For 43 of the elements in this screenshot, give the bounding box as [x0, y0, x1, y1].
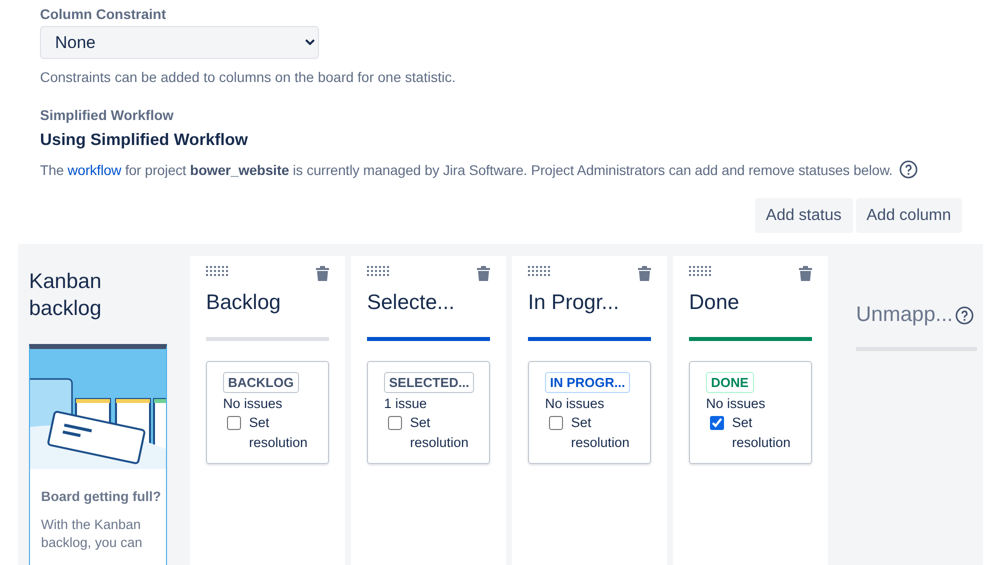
- card-text: With the Kanban backlog, you can: [41, 516, 144, 552]
- column-title: Unmapp...: [856, 302, 953, 328]
- status-lozenge: SELECTED...: [384, 372, 474, 393]
- resolution-checkbox[interactable]: [388, 416, 402, 430]
- section-label: Simplified Workflow: [40, 107, 175, 123]
- checkbox-label: Set resolution: [732, 414, 792, 452]
- help-icon[interactable]: [898, 160, 918, 179]
- section-heading: Using Simplified Workflow: [40, 131, 249, 150]
- drag-handle-icon[interactable]: [367, 266, 389, 276]
- checkbox-label: Set resolution: [410, 414, 470, 452]
- field-label: Column Constraint: [40, 6, 167, 22]
- resolution-checkbox[interactable]: [227, 416, 241, 430]
- column-title: Selecte...: [367, 290, 456, 316]
- trash-icon[interactable]: [638, 266, 651, 281]
- checkbox-label: Set resolution: [571, 414, 631, 452]
- trash-icon[interactable]: [316, 266, 329, 281]
- add-status-button[interactable]: Add status: [754, 198, 852, 233]
- column-title: In Progr...: [528, 290, 620, 316]
- resolution-checkbox[interactable]: [549, 416, 563, 430]
- column-title: Backlog: [206, 290, 282, 316]
- column-title: Done: [689, 290, 740, 316]
- column-title: Kanban backlog: [29, 269, 102, 322]
- drag-handle-icon[interactable]: [206, 266, 228, 276]
- issue-count: No issues: [706, 396, 766, 411]
- workflow-link[interactable]: workflow: [68, 162, 122, 178]
- workflow-description: The workflow for project bower_website is currently managed by Jira Software. Project Administrators can add and remove statuses below.: [40, 162, 893, 178]
- trash-icon[interactable]: [799, 266, 812, 281]
- add-column-button[interactable]: Add column: [856, 198, 962, 233]
- issue-count: No issues: [223, 396, 282, 411]
- help-icon[interactable]: [954, 306, 974, 324]
- issue-count: No issues: [545, 396, 604, 411]
- drag-handle-icon[interactable]: [689, 266, 711, 276]
- status-lozenge: IN PROGR...: [545, 372, 630, 393]
- status-lozenge: DONE: [706, 372, 754, 393]
- resolution-checkbox[interactable]: [710, 416, 724, 430]
- column-constraint-select[interactable]: None: [40, 26, 319, 59]
- help-text: Constraints can be added to columns on the board for one statistic.: [40, 69, 457, 85]
- status-lozenge: BACKLOG: [223, 372, 299, 393]
- checkbox-label: Set resolution: [249, 414, 309, 452]
- card-title: Board getting full?: [41, 488, 162, 506]
- trash-icon[interactable]: [477, 266, 490, 281]
- issue-count: 1 issue: [384, 396, 427, 411]
- drag-handle-icon[interactable]: [528, 266, 550, 276]
